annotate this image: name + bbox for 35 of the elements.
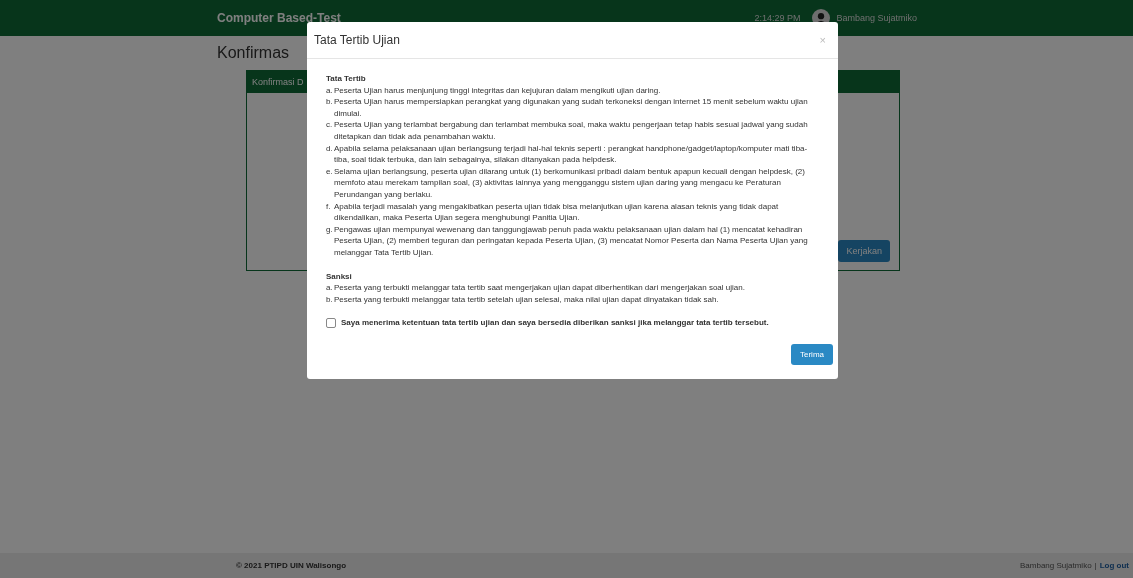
list-marker: c. bbox=[326, 119, 334, 132]
rule-text: Peserta yang terbukti melanggar tata tertib saat mengerjakan ujian dapat diberhentikan dari mengerjakan soal ujian. bbox=[334, 282, 746, 294]
list-marker: a. bbox=[326, 282, 334, 294]
list-marker: b. bbox=[326, 96, 334, 109]
clock-time: 2:14:29 PM bbox=[754, 13, 801, 23]
list-marker: e. bbox=[326, 165, 334, 178]
rule-text: Selama ujian berlangsung, peserta ujian dilarang untuk (1) berkomunikasi pribadi dalam bentuk apapun kecuali dengan helpdesk, (2) memfoto atau merekam tampilan soal, (3) aktivitas lainnya yang mengganggu sistem ujian daring yang mengacu ke Peraturan Perundangan yang berlaku. bbox=[334, 165, 806, 201]
list-marker: b. bbox=[326, 293, 334, 306]
rule-text: Peserta Ujian harus mempersiapkan perangkat yang digunakan yang sudah terkoneksi dengan internet 15 menit sebelum waktu ujian dimulai. bbox=[334, 96, 809, 120]
close-button[interactable]: × bbox=[817, 34, 828, 46]
modal-title: Tata Tertib Ujian bbox=[314, 33, 401, 47]
rule-text: Apabila terjadi masalah yang mengakibatkan peserta ujian tidak bisa melanjutkan ujian karena alasan teknis yang tidak dapat dikendalikan, maka Peserta Ujian segera menghubungi Panitia Ujian. bbox=[334, 200, 780, 224]
brand-title[interactable]: Computer Based-Test bbox=[217, 11, 341, 25]
list-marker: d. bbox=[326, 142, 334, 155]
footer-user: Bambang Sujatmiko bbox=[1020, 561, 1092, 570]
rule-text: Apabila selama pelaksanaan ujian berlangsung terjadi hal-hal teknis seperti : perangkat handphone/gadget/laptop/komputer mati tiba-tiba, soal tidak terbuka, dan lain sebagainya, silakan ditanyakan pada helpdesk. bbox=[334, 142, 809, 166]
separator: | bbox=[1094, 561, 1097, 570]
panel-title: Konfirmasi D bbox=[252, 77, 304, 87]
accept-button[interactable]: Terima bbox=[791, 344, 833, 365]
rule-text: Peserta yang terbukti melanggar tata tertib setelah ujian selesai, maka nilai ujian dapat dinyatakan tidak sah. bbox=[334, 293, 720, 306]
section-title: Sanksi bbox=[326, 270, 353, 283]
section-title: Tata Tertib bbox=[326, 73, 367, 85]
rule-text: Peserta Ujian yang terlambat bergabung dan terlambat membuka soal, maka waktu pengerjaan tetap habis sesuai jadwal yang sudah ditetapkan dan tidak ada penambahan waktu. bbox=[334, 119, 809, 143]
page-title: Konfirmas bbox=[217, 44, 291, 62]
rule-text: Pengawas ujian mempunyai wewenang dan tanggungjawab penuh pada waktu pelaksanaan ujian dalam hal (1) mencatat kehadiran Peserta Ujian, (2) memberi teguran dan peringatan kepada Peserta Ujian, (3) mencatat Nomor Peserta dan Nama Peserta Ujian yang melanggar Tata Tertib Ujian. bbox=[334, 223, 809, 259]
list-marker: a. bbox=[326, 84, 334, 97]
rule-text: Peserta Ujian harus menjunjung tinggi integritas dan kejujuran dalam mengikuti ujian daring. bbox=[334, 84, 662, 97]
agreement-checkbox[interactable] bbox=[326, 318, 336, 329]
list-marker: g. bbox=[326, 223, 334, 236]
user-name[interactable]: Bambang Sujatmiko bbox=[836, 13, 917, 23]
copyright-text: © 2021 PTIPD UIN Walisongo bbox=[236, 561, 347, 570]
logout-link[interactable]: Log out bbox=[1099, 561, 1129, 570]
agreement-label: Saya menerima ketentuan tata tertib ujian dan saya bersedia diberikan sanksi jika melanggar tata tertib tersebut. bbox=[341, 317, 769, 329]
list-marker: f. bbox=[326, 200, 332, 213]
start-button[interactable]: Kerjakan bbox=[838, 240, 890, 262]
